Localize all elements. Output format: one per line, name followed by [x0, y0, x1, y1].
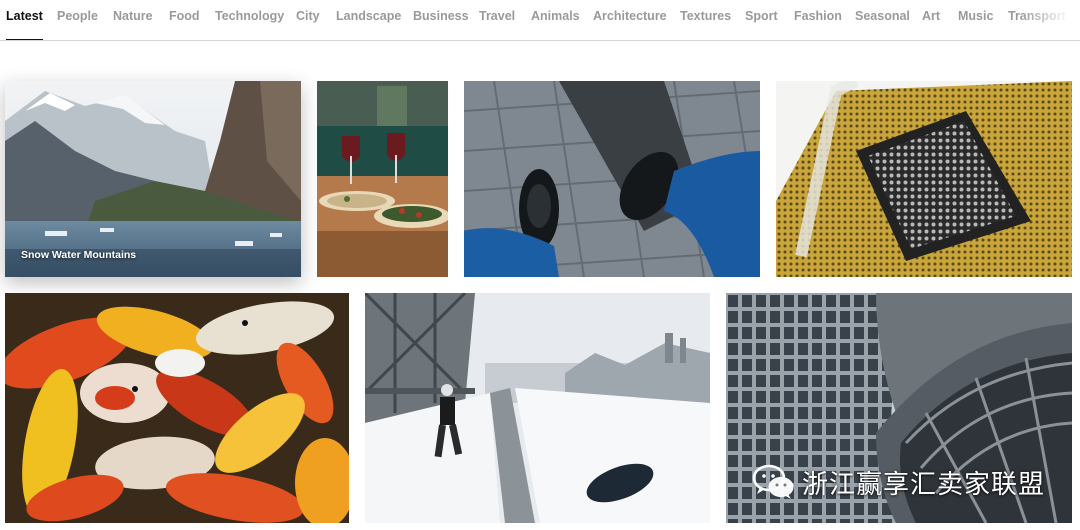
tab-people[interactable]: People: [57, 9, 98, 29]
tab-music[interactable]: Music: [958, 9, 993, 29]
photo-caption: Snow Water Mountains: [21, 249, 137, 261]
photo-tile-mountains[interactable]: Snow Water Mountains: [5, 81, 301, 277]
watermark-text: 浙江赢享汇卖家联盟: [802, 469, 1046, 500]
photo-tile-skateboard[interactable]: [464, 81, 760, 277]
skateboard-shoes-image: [464, 81, 760, 277]
category-tabs: Latest People Nature Food Technology Cit…: [0, 0, 1080, 41]
tab-architecture[interactable]: Architecture: [593, 9, 667, 29]
tab-latest[interactable]: Latest: [6, 9, 43, 40]
tab-business[interactable]: Business: [413, 9, 469, 29]
photo-tile-koi[interactable]: [5, 293, 349, 523]
tab-textures[interactable]: Textures: [680, 9, 731, 29]
tab-art[interactable]: Art: [922, 9, 940, 29]
koi-fish-image: [5, 293, 349, 523]
photo-tile-cpu[interactable]: [776, 81, 1072, 277]
tab-animals[interactable]: Animals: [531, 9, 580, 29]
wine-pizza-image: [317, 81, 448, 277]
mountain-lake-image: [5, 81, 301, 277]
tab-nature[interactable]: Nature: [113, 9, 153, 29]
tab-technology[interactable]: Technology: [215, 9, 284, 29]
cpu-chip-image: [776, 81, 1072, 277]
tab-seasonal[interactable]: Seasonal: [855, 9, 910, 29]
wechat-icon: [752, 464, 794, 499]
tab-city[interactable]: City: [296, 9, 320, 29]
tab-landscape[interactable]: Landscape: [336, 9, 401, 29]
tab-travel[interactable]: Travel: [479, 9, 515, 29]
snowy-bridge-runner-image: [365, 293, 710, 523]
watermark: 浙江赢享汇卖家联盟: [752, 462, 1045, 502]
photo-tile-snow-bridge[interactable]: [365, 293, 710, 523]
tab-fashion[interactable]: Fashion: [794, 9, 842, 29]
tab-sport[interactable]: Sport: [745, 9, 778, 29]
tabs-fade: [1020, 0, 1080, 40]
tab-food[interactable]: Food: [169, 9, 200, 29]
photo-tile-wine-pizza[interactable]: [317, 81, 448, 277]
